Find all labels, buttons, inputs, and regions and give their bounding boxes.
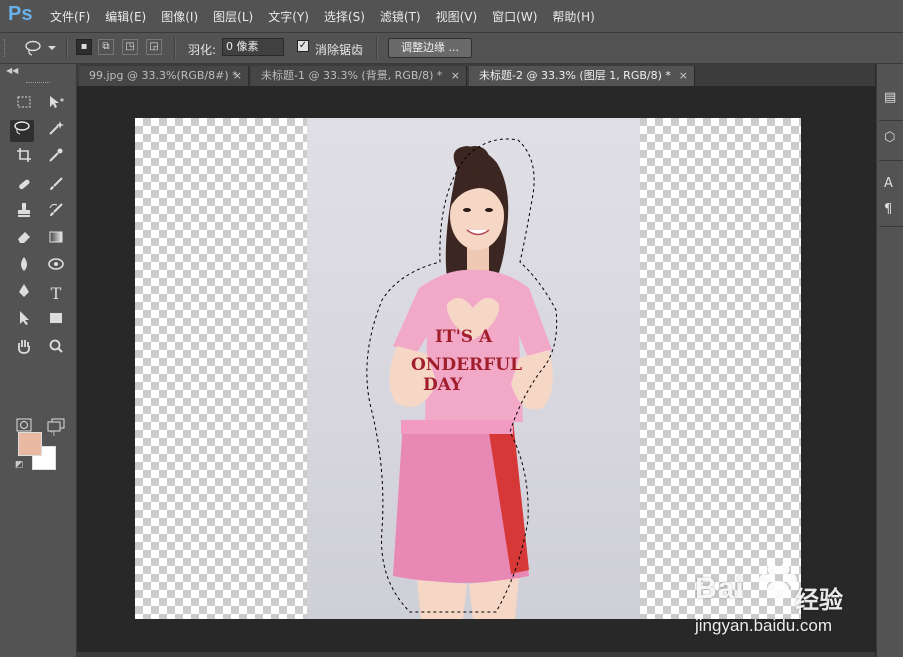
paragraph-panel-icon[interactable]: ¶ — [884, 202, 892, 217]
separator — [879, 226, 903, 227]
separator — [879, 120, 903, 121]
watermark-url: jingyan.baidu.com — [695, 616, 833, 635]
separator — [879, 160, 903, 161]
3d-panel-icon[interactable]: ⬡ — [884, 130, 895, 145]
watermark-cn: 经验 — [795, 586, 843, 614]
watermark-brand: Bai — [695, 572, 745, 605]
baidu-watermark: Bai 经验 jingyan.baidu.com — [695, 558, 895, 642]
history-panel-icon[interactable]: ▤ — [884, 90, 896, 105]
character-panel-icon[interactable]: A — [884, 176, 893, 191]
status-bar — [77, 652, 875, 657]
